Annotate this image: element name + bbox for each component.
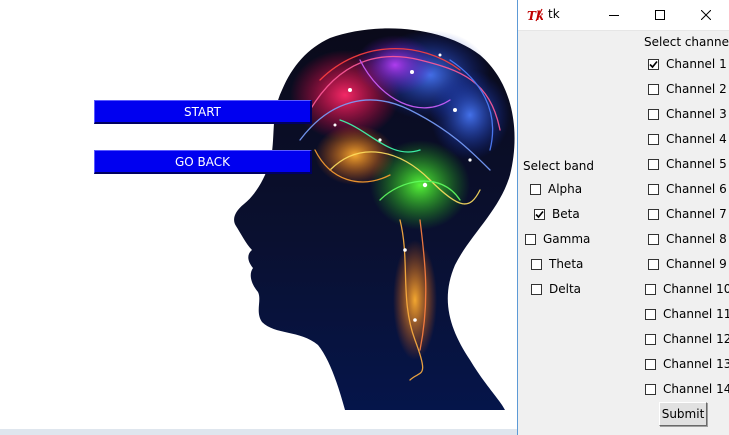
checkbox-box[interactable] [645, 333, 656, 345]
channel-checkbox-4[interactable]: Channel 4 [648, 131, 727, 147]
start-button[interactable]: START [94, 100, 312, 124]
title-bar[interactable]: Tk tk [518, 0, 729, 31]
band-checkbox-gamma[interactable]: Gamma [525, 231, 590, 247]
checkbox-label: Channel 13 [663, 357, 729, 371]
close-icon [701, 10, 711, 20]
checkbox-box[interactable] [648, 233, 659, 245]
background-app-window: START GO BACK [0, 0, 517, 435]
checkbox-box-checked[interactable] [648, 58, 659, 70]
band-checkbox-alpha[interactable]: Alpha [530, 181, 582, 197]
channel-checkbox-13[interactable]: Channel 13 [645, 356, 729, 372]
channel-checkbox-12[interactable]: Channel 12 [645, 331, 729, 347]
checkbox-box[interactable] [648, 208, 659, 220]
checkbox-label: Channel 6 [666, 182, 727, 196]
checkbox-box[interactable] [645, 283, 656, 295]
checkbox-box[interactable] [645, 308, 656, 320]
checkbox-box[interactable] [648, 108, 659, 120]
checkbox-label: Channel 14 [663, 382, 729, 396]
checkbox-box[interactable] [648, 133, 659, 145]
channel-checkbox-14[interactable]: Channel 14 [645, 381, 729, 397]
select-band-label: Select band [523, 159, 595, 173]
channel-checkbox-8[interactable]: Channel 8 [648, 231, 727, 247]
checkbox-box[interactable] [648, 258, 659, 270]
band-checkbox-beta[interactable]: Beta [534, 206, 580, 222]
tk-feather-logo-icon: Tk [527, 8, 543, 22]
channel-checkbox-1[interactable]: Channel 1 [648, 56, 727, 72]
channel-checkbox-5[interactable]: Channel 5 [648, 156, 727, 172]
brain-glow-purple [355, 35, 435, 95]
channel-checkbox-3[interactable]: Channel 3 [648, 106, 727, 122]
maximize-button[interactable] [637, 0, 683, 30]
checkbox-box[interactable] [648, 183, 659, 195]
checkbox-box[interactable] [531, 283, 542, 295]
minimize-icon [609, 15, 619, 16]
checkmark-icon [535, 210, 544, 218]
screen: START GO BACK Tk tk Select band Alpha Be… [0, 0, 729, 435]
checkbox-label: Theta [549, 257, 584, 271]
maximize-icon [655, 10, 665, 20]
minimize-button[interactable] [591, 0, 637, 30]
tk-window: Tk tk Select band Alpha Beta Gamma Theta… [517, 0, 729, 435]
channel-checkbox-10[interactable]: Channel 10 [645, 281, 729, 297]
checkbox-label: Channel 12 [663, 332, 729, 346]
checkbox-box[interactable] [531, 258, 542, 270]
checkbox-label: Channel 11 [663, 307, 729, 321]
channel-checkbox-9[interactable]: Channel 9 [648, 256, 727, 272]
submit-button[interactable]: Submit [659, 402, 707, 426]
go-back-button[interactable]: GO BACK [94, 150, 312, 174]
window-title: tk [548, 7, 560, 21]
select-channel-label: Select channel [644, 35, 729, 49]
checkbox-box[interactable] [648, 83, 659, 95]
checkbox-box[interactable] [648, 158, 659, 170]
checkbox-box[interactable] [645, 358, 656, 370]
checkbox-box[interactable] [530, 183, 541, 195]
checkbox-label: Delta [549, 282, 582, 296]
checkbox-label: Channel 1 [666, 57, 727, 71]
checkbox-label: Gamma [543, 232, 591, 246]
checkbox-label: Alpha [548, 182, 583, 196]
checkbox-label: Channel 2 [666, 82, 727, 96]
background-window-bottom-edge [0, 429, 517, 435]
checkbox-label: Channel 3 [666, 107, 727, 121]
checkbox-box[interactable] [645, 383, 656, 395]
checkbox-label: Channel 9 [666, 257, 727, 271]
checkbox-label: Channel 4 [666, 132, 727, 146]
channel-checkbox-11[interactable]: Channel 11 [645, 306, 729, 322]
checkbox-label: Beta [552, 207, 580, 221]
brain-head-illustration [234, 28, 515, 411]
channel-checkbox-7[interactable]: Channel 7 [648, 206, 727, 222]
checkmark-icon [649, 60, 658, 68]
close-button[interactable] [683, 0, 729, 30]
band-checkbox-theta[interactable]: Theta [531, 256, 583, 272]
channel-checkbox-2[interactable]: Channel 2 [648, 81, 727, 97]
checkbox-label: Channel 5 [666, 157, 727, 171]
checkbox-box[interactable] [525, 233, 536, 245]
checkbox-label: Channel 8 [666, 232, 727, 246]
channel-checkbox-6[interactable]: Channel 6 [648, 181, 727, 197]
checkbox-box-checked[interactable] [534, 208, 545, 220]
band-checkbox-delta[interactable]: Delta [531, 281, 581, 297]
brain-glow-orange [315, 125, 395, 185]
checkbox-label: Channel 10 [663, 282, 729, 296]
checkbox-label: Channel 7 [666, 207, 727, 221]
brainstem-glow [393, 240, 437, 360]
